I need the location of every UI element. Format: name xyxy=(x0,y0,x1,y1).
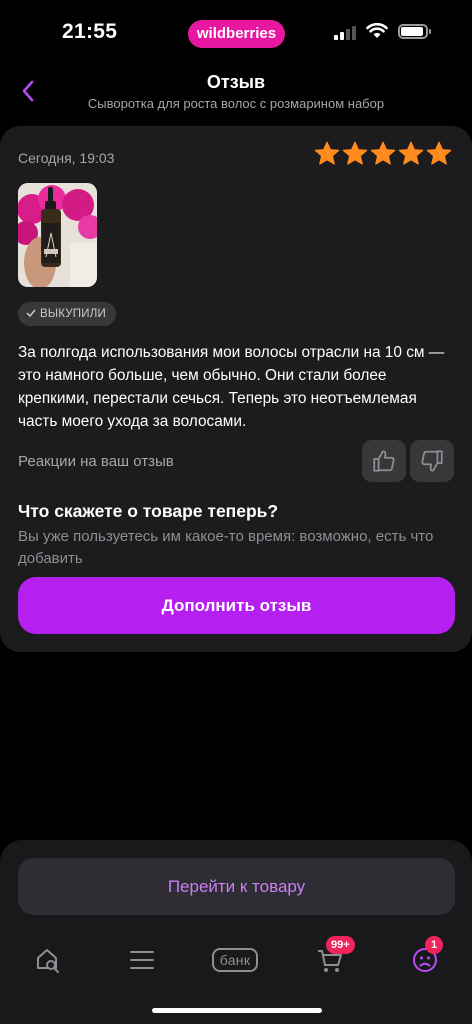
star-icon xyxy=(313,140,341,168)
tab-cart[interactable]: 99+ xyxy=(310,936,355,978)
dislike-button[interactable] xyxy=(410,440,454,482)
like-button[interactable] xyxy=(362,440,406,482)
tab-catalog[interactable] xyxy=(122,942,162,978)
reactions-label: Реакции на ваш отзыв xyxy=(18,453,174,470)
status-bar: 21:55 wildberries xyxy=(0,0,472,62)
purchased-badge-label: ВЫКУПИЛИ xyxy=(40,308,106,320)
home-indicator[interactable] xyxy=(152,1008,322,1013)
bottom-panel: Перейти к товару банк 99+ 1 xyxy=(0,840,472,1024)
cellular-signal-icon xyxy=(334,26,360,40)
thumbs-down-icon xyxy=(421,450,443,472)
review-date: Сегодня, 19:03 xyxy=(18,150,115,166)
brand-logo-pill: wildberries xyxy=(188,20,285,48)
thumbs-up-icon xyxy=(373,450,395,472)
profile-badge: 1 xyxy=(425,936,443,954)
page-subtitle: Сыворотка для роста волос с розмарином н… xyxy=(87,96,385,111)
add-to-review-button[interactable]: Дополнить отзыв xyxy=(18,577,455,634)
cart-badge: 99+ xyxy=(326,936,355,954)
tab-bank[interactable]: банк xyxy=(206,942,264,978)
tab-profile[interactable]: 1 xyxy=(405,936,445,978)
bank-label: банк xyxy=(211,948,259,972)
star-icon xyxy=(369,140,397,168)
go-to-product-button[interactable]: Перейти к товару xyxy=(18,858,455,915)
menu-icon xyxy=(130,951,154,969)
tab-home[interactable] xyxy=(28,942,68,978)
review-card: Сегодня, 19:03 ВЫКУПИЛИ За полгода испол… xyxy=(0,126,472,652)
wifi-icon xyxy=(366,22,388,44)
purchased-badge: ВЫКУПИЛИ xyxy=(18,302,116,326)
page-title: Отзыв xyxy=(206,72,266,92)
battery-icon xyxy=(398,24,431,39)
star-icon xyxy=(425,140,453,168)
review-photo[interactable] xyxy=(18,183,97,287)
review-text: За полгода использования мои волосы отра… xyxy=(18,344,445,430)
home-search-icon xyxy=(37,949,59,973)
star-icon xyxy=(397,140,425,168)
prompt-text: Вы уже пользуетесь им какое-то время: во… xyxy=(18,528,434,567)
rating-stars xyxy=(313,140,453,168)
status-time: 21:55 xyxy=(62,20,118,43)
check-icon xyxy=(26,308,36,320)
prompt-title: Что скажете о товаре теперь? xyxy=(18,501,279,521)
star-icon xyxy=(341,140,369,168)
